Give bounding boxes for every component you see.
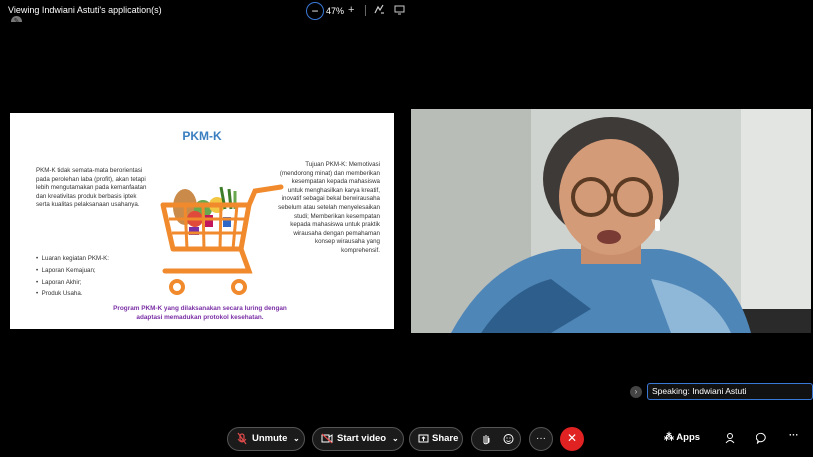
reactions-group <box>471 427 521 451</box>
chevron-down-icon[interactable]: ⌄ <box>392 428 399 450</box>
divider <box>365 5 366 16</box>
slide-right-text: Tujuan PKM-K: Memotivasi (mendorong mina… <box>278 161 380 254</box>
chevron-down-icon[interactable]: ⌄ <box>293 428 300 450</box>
active-speaker-indicator: › Speaking: Indwiani Astuti <box>626 383 813 400</box>
video-off-icon <box>321 428 333 457</box>
unmute-button[interactable]: Unmute ⌄ <box>227 427 305 451</box>
participant-video <box>411 109 811 333</box>
share-label: Share <box>432 433 459 444</box>
fit-screen-icon[interactable] <box>394 4 405 18</box>
zoom-level: 47% <box>326 6 345 16</box>
share-screen-icon <box>418 428 429 457</box>
shopping-cart-illustration <box>160 184 284 295</box>
slide-bottom-note: Program PKM-K yang dilaksanakan secara l… <box>113 305 287 321</box>
end-call-button[interactable]: ✕ <box>560 427 584 451</box>
participants-icon[interactable] <box>725 432 737 447</box>
chevron-right-icon[interactable]: › <box>630 386 642 398</box>
list-item: • Produk Usaha. <box>36 290 83 298</box>
more-options-button[interactable]: ··· <box>529 427 553 451</box>
window-title: Viewing Indwiani Astuti's application(s) <box>8 5 162 15</box>
slide-title: PKM-K <box>182 129 222 143</box>
slide-bullet-list: • Luaran kegiatan PKM-K: • Laporan Kemaj… <box>36 255 109 302</box>
apps-label: Apps <box>676 432 701 443</box>
annotate-icon[interactable] <box>374 4 385 18</box>
apps-button[interactable]: ⁂ Apps <box>664 432 700 443</box>
slide-left-text: PKM-K tidak semata-mata berorientasi pad… <box>36 167 147 209</box>
speaking-label: Speaking: <box>652 386 690 396</box>
apps-icon: ⁂ <box>664 432 674 443</box>
close-icon: ✕ <box>566 431 578 445</box>
shared-slide: PKM-K PKM-K tidak semata-mata berorienta… <box>10 113 394 329</box>
reaction-emoji-icon[interactable] <box>503 428 514 457</box>
list-item: • Laporan Kemajuan; <box>36 266 96 274</box>
top-bar: Viewing Indwiani Astuti's application(s)… <box>0 0 813 27</box>
microphone-muted-icon <box>237 428 247 457</box>
raise-hand-icon[interactable] <box>481 428 491 457</box>
speaker-video-frame <box>411 109 811 333</box>
zoom-out-button[interactable]: − <box>306 2 324 20</box>
speaker-name: Indwiani Astuti <box>692 386 747 396</box>
unmute-label: Unmute <box>252 433 288 444</box>
share-button[interactable]: Share <box>409 427 463 451</box>
speaking-label-box: Speaking: Indwiani Astuti <box>647 383 813 400</box>
chat-icon[interactable] <box>755 432 768 447</box>
list-item: • Luaran kegiatan PKM-K: <box>36 255 110 262</box>
start-video-button[interactable]: Start video ⌄ <box>312 427 404 451</box>
list-item: • Laporan Akhir; <box>36 278 82 286</box>
start-video-label: Start video <box>337 433 387 444</box>
overflow-menu-button[interactable]: ··· <box>789 430 799 441</box>
zoom-in-button[interactable]: + <box>348 4 354 16</box>
